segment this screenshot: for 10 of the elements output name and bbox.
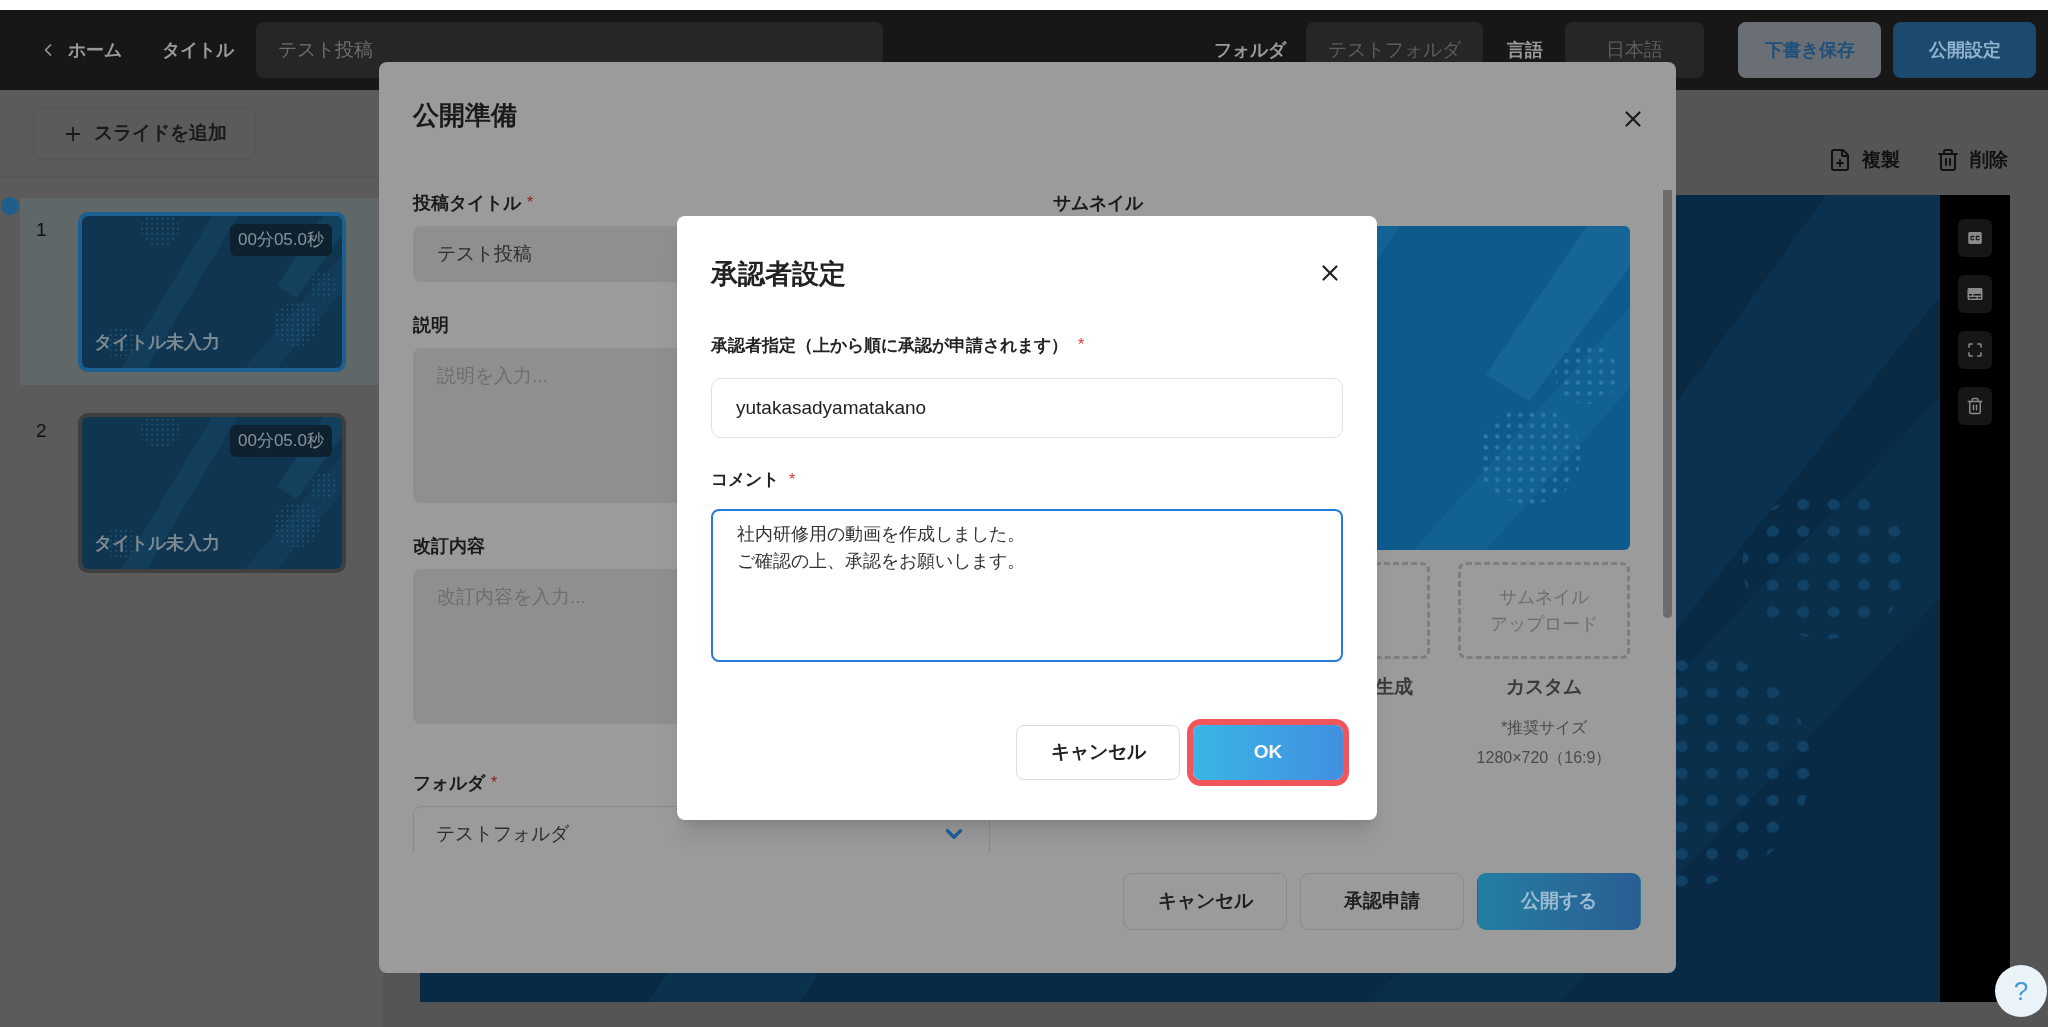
duration-badge: 00分05.0秒	[230, 425, 332, 457]
dialog-title: 公開準備	[413, 99, 517, 132]
slide-number: 2	[35, 419, 48, 443]
slide-title: タイトル未入力	[94, 532, 220, 555]
slide-number: 1	[35, 218, 48, 242]
title-label: タイトル	[162, 38, 234, 62]
language-label: 言語	[1507, 38, 1543, 62]
duration-badge: 00分05.0秒	[230, 224, 332, 256]
folder-label: フォルダ	[1214, 38, 1286, 62]
slide-title: タイトル未入力	[94, 331, 220, 354]
